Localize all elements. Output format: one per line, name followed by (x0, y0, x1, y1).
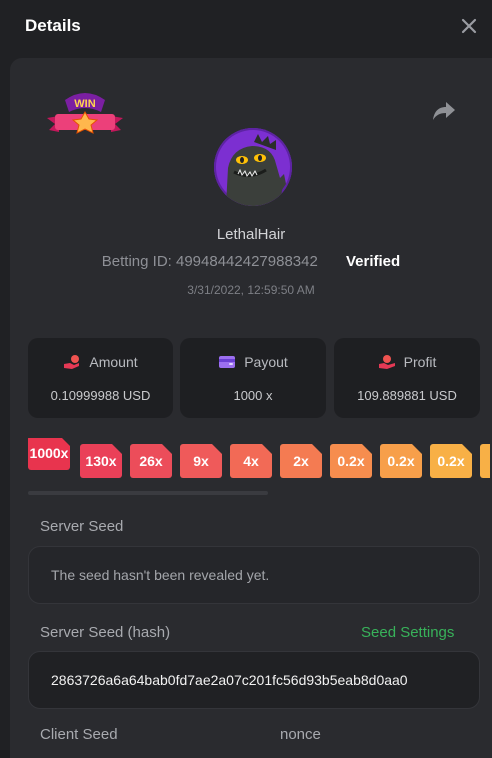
stat-profit-value: 109.889881 USD (357, 388, 457, 403)
close-icon (461, 18, 477, 34)
hand-coin-icon (378, 355, 395, 369)
modal-header: Details (0, 0, 492, 52)
share-icon[interactable] (432, 100, 456, 122)
stat-profit-label: Profit (403, 354, 437, 370)
wallet-icon (219, 356, 236, 368)
server-seed-label: Server Seed (40, 518, 124, 535)
multiplier-slot: 26x (130, 444, 172, 478)
multiplier-slot: 0.2x (330, 444, 372, 478)
multiplier-strip: 1000x 130x 26x 9x 4x 2x 0.2x 0.2x 0.2x (28, 438, 490, 482)
win-badge-text: WIN (74, 98, 95, 110)
stat-amount-value: 0.10999988 USD (50, 388, 151, 403)
bet-datetime: 3/31/2022, 12:59:50 AM (187, 283, 315, 297)
betting-id-row: Betting ID: 49948442427988342 Verified (10, 253, 492, 270)
stat-profit: Profit 109.889881 USD (334, 338, 480, 418)
server-seed-hash-value: 2863726a6a64bab0fd7ae2a07c201fc56d93b5ea… (51, 672, 408, 688)
details-modal: Details WIN LethalHair Betting ID: 49948… (0, 0, 492, 758)
multiplier-scrollbar[interactable] (28, 491, 268, 495)
client-seed-label: Client Seed (40, 726, 118, 743)
multiplier-slot: 4x (230, 444, 272, 478)
stat-payout-label: Payout (244, 354, 288, 370)
stat-payout-value: 1000 x (233, 388, 273, 403)
multiplier-slot: 9x (180, 444, 222, 478)
server-seed-value: The seed hasn't been revealed yet. (51, 567, 270, 583)
godzilla-avatar-icon (226, 134, 286, 206)
avatar (214, 128, 292, 206)
server-seed-hash-label: Server Seed (hash) (40, 624, 171, 641)
stat-payout: Payout 1000 x (180, 338, 326, 418)
bet-details-card: WIN LethalHair Betting ID: 4994844242798… (10, 58, 492, 758)
multiplier-slot: 130x (80, 444, 122, 478)
betting-id-label: Betting ID: (101, 253, 172, 270)
server-seed-hash-field[interactable]: 2863726a6a64bab0fd7ae2a07c201fc56d93b5ea… (28, 651, 480, 709)
verified-link[interactable]: Verified (346, 253, 400, 270)
multiplier-slot (480, 444, 490, 478)
username: LethalHair (216, 226, 286, 243)
modal-title: Details (25, 16, 81, 35)
multiplier-slot: 0.2x (380, 444, 422, 478)
multiplier-slot: 1000x (28, 438, 70, 470)
server-seed-field[interactable]: The seed hasn't been revealed yet. (28, 546, 480, 604)
seed-settings-link[interactable]: Seed Settings (361, 624, 454, 641)
bet-hand-icon (64, 355, 80, 369)
betting-id-value: 49948442427988342 (176, 253, 318, 270)
nonce-label: nonce (280, 726, 321, 743)
multiplier-slot: 0.2x (430, 444, 472, 478)
stat-amount: Amount 0.10999988 USD (28, 338, 173, 418)
stat-amount-label: Amount (89, 354, 138, 370)
close-button[interactable] (456, 13, 482, 39)
win-badge-icon: WIN (47, 93, 123, 134)
multiplier-slot: 2x (280, 444, 322, 478)
